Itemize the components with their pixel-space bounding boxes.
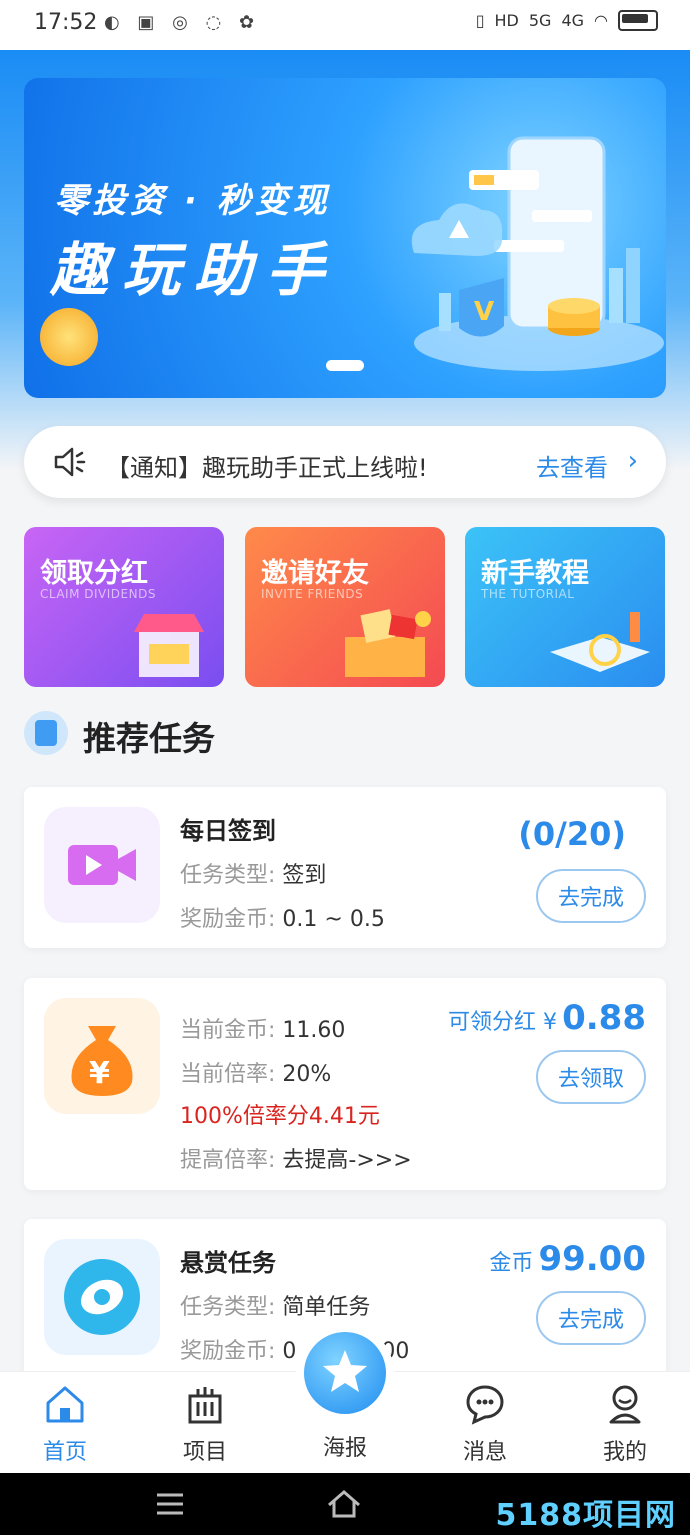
notice-view-link[interactable]: 去查看: [536, 448, 608, 483]
banner-illustration: V: [411, 136, 664, 371]
rate-row: 当前倍率: 20%: [180, 1056, 331, 1088]
feature-subtitle: CLAIM DIVIDENDS: [40, 587, 156, 601]
task-title: 每日签到: [180, 817, 276, 845]
banner-title: 趣玩助手: [50, 236, 339, 304]
raise-rate-link[interactable]: 去提高->>>: [282, 1148, 411, 1173]
checkin-task-card: 每日签到 任务类型: 签到 奖励金币: 0.1 ~ 0.5 (0/20) 去完成: [24, 787, 666, 948]
dividend-card: ¥ 当前金币: 11.60 当前倍率: 20% 100%倍率分4.41元 提高倍…: [24, 978, 666, 1190]
rate-label: 当前倍率:: [180, 1062, 276, 1087]
notice-bar[interactable]: 【通知】趣玩助手正式上线啦! 去查看 ›: [24, 426, 666, 498]
tab-label: 我的: [602, 1440, 647, 1465]
coin-amount: 99.00: [538, 1239, 646, 1279]
complete-task-button[interactable]: 去完成: [536, 869, 646, 923]
signal-4g-icon: 4G: [561, 11, 585, 30]
tab-label: 消息: [462, 1440, 507, 1465]
raise-rate-row: 提高倍率: 去提高->>>: [180, 1142, 412, 1174]
task-reward-value-start: 0: [282, 1339, 297, 1364]
banner-pager-dot: [326, 360, 364, 371]
claim-dividends-card[interactable]: 领取分红 CLAIM DIVIDENDS: [24, 527, 224, 687]
claim-dividend-button[interactable]: 去领取: [536, 1050, 646, 1104]
notification-icons: ◐ ▣ ◎ ◌ ✿: [104, 12, 261, 33]
video-icon-tile: [44, 807, 160, 923]
status-time: 17:52: [34, 10, 98, 35]
eye-icon-tile: [44, 1239, 160, 1355]
system-icons: ▯ HD 5G 4G ◠: [476, 10, 658, 31]
tab-projects[interactable]: 项目: [160, 1382, 250, 1466]
coins-label: 当前金币:: [180, 1018, 276, 1043]
coins-row: 当前金币: 11.60: [180, 1012, 345, 1044]
feature-title: 新手教程: [481, 558, 589, 589]
money-bag-icon-tile: ¥: [44, 998, 160, 1114]
task-type-value: 简单任务: [282, 1295, 371, 1320]
tab-home[interactable]: 首页: [20, 1382, 110, 1466]
claimable-dividend: 可领分红 ¥ 0.88: [448, 998, 646, 1038]
banner-subtitle: 零投资 · 秒变现: [54, 181, 331, 221]
task-reward-value: 0.1 ~ 0.5: [282, 907, 385, 932]
task-reward-row: 奖励金币: 0.1 ~ 0.5: [180, 901, 385, 933]
poster-fab-button[interactable]: [304, 1332, 386, 1414]
task-type-label: 任务类型:: [180, 1295, 276, 1320]
task-type-row: 任务类型: 签到: [180, 857, 326, 889]
tab-poster-label[interactable]: 海报: [300, 1430, 390, 1462]
wifi-icon: ◠: [594, 11, 608, 30]
feature-title: 邀请好友: [261, 558, 369, 589]
bounty-coin-amount: 金币 99.00: [489, 1239, 646, 1279]
money-bag-icon: ¥: [71, 1026, 133, 1096]
complete-bounty-button[interactable]: 去完成: [536, 1291, 646, 1345]
tab-label: 首页: [42, 1440, 87, 1465]
hd-icon: HD: [494, 11, 519, 30]
claimable-label: 可领分红 ¥: [448, 1010, 558, 1035]
coin-label: 金币: [489, 1251, 534, 1276]
projects-icon: [188, 1387, 222, 1424]
notice-text: 【通知】趣玩助手正式上线啦!: [106, 454, 428, 482]
promo-banner[interactable]: 零投资 · 秒变现 趣玩助手 V: [24, 78, 666, 398]
chevron-right-icon[interactable]: ›: [628, 446, 638, 476]
home-nav-icon[interactable]: [326, 1489, 362, 1519]
task-reward-label: 奖励金币:: [180, 907, 276, 932]
user-icon: [609, 1385, 641, 1424]
magic-star-icon: [323, 1350, 367, 1392]
tutorial-card[interactable]: 新手教程 THE TUTORIAL: [465, 527, 665, 687]
feature-title: 领取分红: [40, 558, 148, 589]
gift-box-icon: [345, 609, 431, 677]
task-type-label: 任务类型:: [180, 863, 276, 888]
video-camera-icon: [68, 845, 136, 885]
vibrate-icon: ▯: [475, 11, 485, 30]
raise-rate-label: 提高倍率:: [180, 1148, 276, 1173]
claimable-amount: 0.88: [562, 998, 646, 1038]
menu-icon[interactable]: [155, 1491, 185, 1517]
task-title: 悬赏任务: [180, 1249, 276, 1277]
battery-icon: [618, 10, 658, 31]
svg-text:V: V: [474, 297, 494, 327]
section-title: 推荐任务: [83, 719, 215, 758]
speaker-icon: [54, 447, 86, 477]
task-type-row: 任务类型: 简单任务: [180, 1289, 370, 1321]
status-bar: 17:52 ◐ ▣ ◎ ◌ ✿ ▯ HD 5G 4G ◠: [0, 0, 690, 50]
task-type-value: 签到: [282, 863, 327, 888]
gold-coin-icon: [40, 308, 98, 366]
tab-label: 项目: [182, 1440, 227, 1465]
shop-illustration-icon: [134, 614, 204, 677]
invite-friends-card[interactable]: 邀请好友 INVITE FRIENDS: [245, 527, 445, 687]
home-icon: [46, 1386, 84, 1423]
tab-messages[interactable]: 消息: [440, 1382, 530, 1466]
watermark: 5188项目网: [495, 1498, 676, 1533]
book-illustration-icon: [550, 612, 650, 672]
tab-mine[interactable]: 我的: [580, 1382, 670, 1466]
signal-5g-icon: 5G: [528, 11, 552, 30]
money-bag-glyph: ¥: [89, 1056, 110, 1091]
rate-value: 20%: [282, 1062, 332, 1087]
task-reward-label: 奖励金币:: [180, 1339, 276, 1364]
feature-subtitle: THE TUTORIAL: [481, 587, 575, 601]
eye-target-icon: [64, 1259, 140, 1335]
task-progress: (0/20): [518, 815, 626, 853]
coins-value: 11.60: [282, 1018, 346, 1043]
clipboard-icon: [24, 711, 68, 755]
chat-bubble-icon: [466, 1385, 504, 1425]
dividend-highlight: 100%倍率分4.41元: [180, 1104, 380, 1129]
